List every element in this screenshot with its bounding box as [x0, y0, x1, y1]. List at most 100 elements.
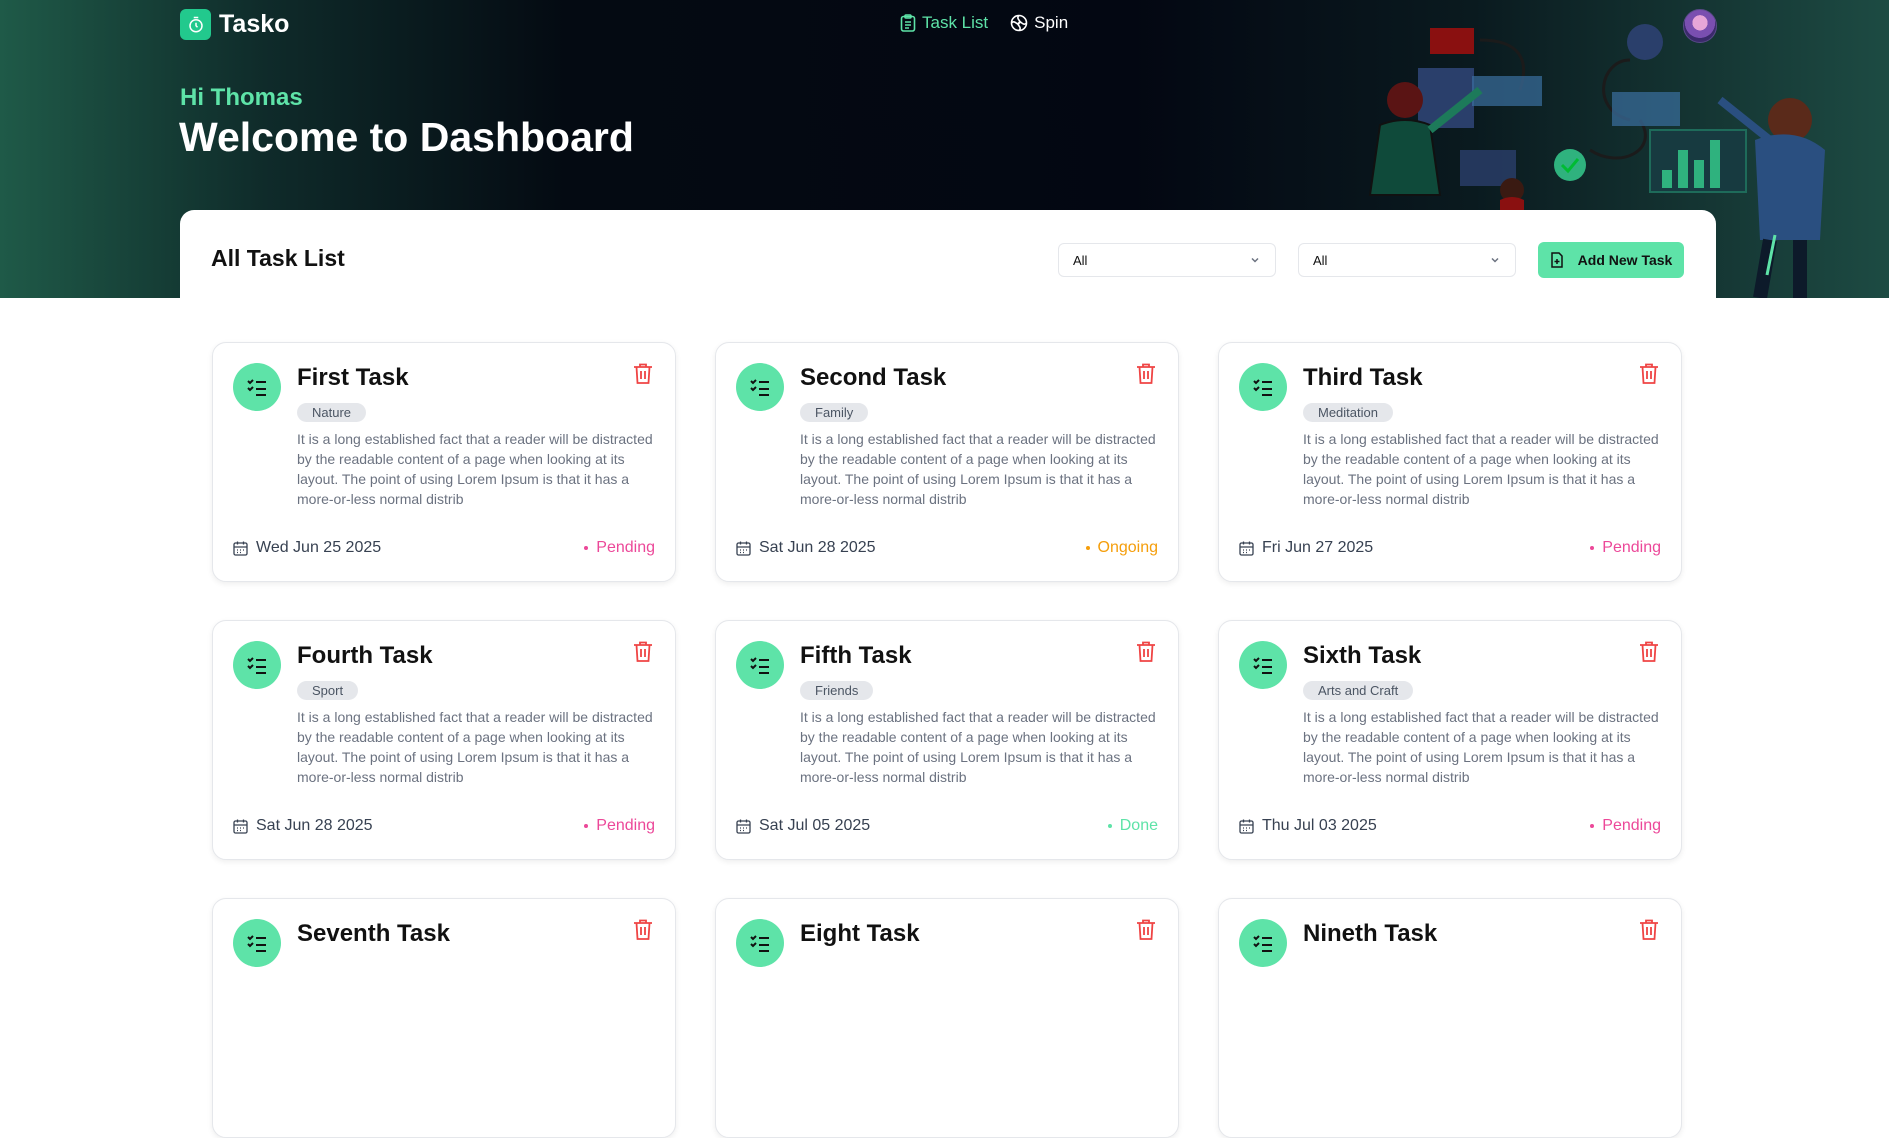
task-title: Fourth Task — [297, 642, 433, 669]
task-card[interactable]: Eight Task — [715, 898, 1179, 1138]
task-list-icon — [1239, 919, 1287, 967]
calendar-icon — [233, 541, 248, 556]
task-category-tag: Arts and Craft — [1303, 681, 1414, 700]
task-date-text: Sat Jun 28 2025 — [256, 817, 373, 834]
task-description: It is a long established fact that a rea… — [800, 709, 1156, 785]
delete-button[interactable] — [1639, 919, 1659, 946]
nav-spin[interactable]: Spin — [1010, 13, 1068, 33]
task-status: Done — [1107, 817, 1158, 835]
calendar-icon — [1239, 819, 1254, 834]
task-date-text: Fri Jun 27 2025 — [1262, 539, 1374, 556]
task-status: Pending — [584, 817, 655, 835]
task-status: Pending — [1590, 817, 1661, 835]
task-list-icon — [1239, 641, 1287, 689]
task-category-tag: Nature — [297, 403, 367, 422]
task-date-text: Wed Jun 25 2025 — [256, 539, 382, 556]
task-list-icon — [233, 641, 281, 689]
task-list-icon — [233, 919, 281, 967]
task-title: Sixth Task — [1303, 642, 1422, 669]
delete-button[interactable] — [1639, 363, 1659, 390]
task-status: Ongoing — [1085, 539, 1158, 557]
app-name: Tasko — [219, 10, 290, 38]
filter-select-2-value: All — [1313, 252, 1328, 268]
task-status-text: Pending — [596, 817, 655, 834]
task-card[interactable]: Second Task Family It is a long establis… — [715, 342, 1179, 582]
task-date-text: Thu Jul 03 2025 — [1262, 817, 1377, 834]
chevron-down-icon — [1491, 257, 1499, 263]
task-category-tag: Friends — [800, 681, 874, 700]
task-title: Nineth Task — [1303, 920, 1438, 947]
trash-icon — [1640, 363, 1658, 384]
delete-button[interactable] — [633, 919, 653, 946]
task-title: Eight Task — [800, 920, 920, 947]
chevron-down-icon — [1251, 257, 1259, 263]
calendar-icon — [233, 819, 248, 834]
trash-icon — [634, 641, 652, 662]
task-card[interactable]: Nineth Task — [1218, 898, 1682, 1138]
user-avatar[interactable] — [1683, 9, 1717, 43]
delete-button[interactable] — [1136, 363, 1156, 390]
task-status-text: Pending — [1602, 817, 1661, 834]
task-date: Fri Jun 27 2025 — [1239, 539, 1373, 557]
task-card[interactable]: Sixth Task Arts and Craft It is a long e… — [1218, 620, 1682, 860]
add-new-task-label: Add New Task — [1577, 252, 1673, 268]
task-category-tag: Sport — [297, 681, 359, 700]
task-category-tag: Meditation — [1303, 403, 1393, 422]
task-description: It is a long established fact that a rea… — [1303, 431, 1659, 507]
delete-button[interactable] — [633, 363, 653, 390]
task-date: Sat Jul 05 2025 — [736, 817, 870, 835]
task-list-icon — [1239, 363, 1287, 411]
calendar-icon — [736, 541, 751, 556]
spin-icon — [1010, 14, 1028, 32]
trash-icon — [634, 919, 652, 940]
task-description: It is a long established fact that a rea… — [800, 431, 1156, 507]
filter-select-1-value: All — [1073, 252, 1088, 268]
task-description: It is a long established fact that a rea… — [297, 431, 653, 507]
logo[interactable]: Tasko — [180, 9, 289, 40]
task-title: Seventh Task — [297, 920, 450, 947]
task-date: Wed Jun 25 2025 — [233, 539, 381, 557]
nav-task-list-label: Task List — [922, 13, 989, 32]
task-card[interactable]: First Task Nature It is a long establish… — [212, 342, 676, 582]
task-status-text: Done — [1119, 817, 1158, 834]
filter-select-2[interactable]: All — [1298, 243, 1516, 277]
task-status-text: Pending — [1602, 539, 1661, 556]
task-list-icon — [233, 363, 281, 411]
add-file-icon — [1550, 252, 1563, 268]
trash-icon — [1137, 919, 1155, 940]
task-card[interactable]: Fifth Task Friends It is a long establis… — [715, 620, 1179, 860]
task-card[interactable]: Third Task Meditation It is a long estab… — [1218, 342, 1682, 582]
delete-button[interactable] — [1136, 919, 1156, 946]
task-status-text: Pending — [596, 539, 655, 556]
task-list-icon — [736, 363, 784, 411]
stopwatch-icon — [180, 9, 211, 40]
task-date-text: Sat Jul 05 2025 — [759, 817, 871, 834]
trash-icon — [634, 363, 652, 384]
task-status: Pending — [1590, 539, 1661, 557]
nav-links: Task List Spin — [900, 13, 1068, 33]
trash-icon — [1640, 641, 1658, 662]
delete-button[interactable] — [1639, 641, 1659, 668]
top-nav: Tasko Task List Spin — [0, 0, 1889, 48]
task-title: Second Task — [800, 364, 947, 391]
nav-spin-label: Spin — [1034, 13, 1069, 32]
task-description: It is a long established fact that a rea… — [1303, 709, 1659, 785]
clipboard-icon — [900, 14, 916, 32]
delete-button[interactable] — [633, 641, 653, 668]
task-card[interactable]: Seventh Task — [212, 898, 676, 1138]
calendar-icon — [736, 819, 751, 834]
task-status: Pending — [584, 539, 655, 557]
task-list-icon — [736, 919, 784, 967]
nav-task-list[interactable]: Task List — [900, 13, 988, 33]
task-title: Fifth Task — [800, 642, 912, 669]
task-list-icon — [736, 641, 784, 689]
task-card[interactable]: Fourth Task Sport It is a long establish… — [212, 620, 676, 860]
task-date-text: Sat Jun 28 2025 — [759, 539, 876, 556]
filter-select-1[interactable]: All — [1058, 243, 1276, 277]
delete-button[interactable] — [1136, 641, 1156, 668]
task-date: Sat Jun 28 2025 — [736, 539, 876, 557]
task-date: Sat Jun 28 2025 — [233, 817, 373, 835]
task-title: Third Task — [1303, 364, 1423, 391]
add-new-task-button[interactable]: Add New Task — [1538, 242, 1684, 278]
task-description: It is a long established fact that a rea… — [297, 709, 653, 785]
